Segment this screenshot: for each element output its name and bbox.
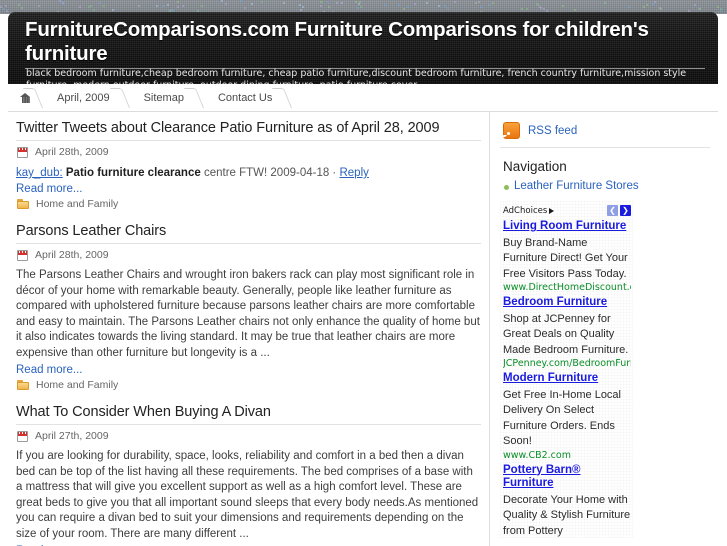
ad-display-url: JCPenney.com/BedroomFurn... [503,358,631,369]
tweet-text: centre FTW! 2009-04-18 · [203,167,337,179]
tweet-keyword: Patio furniture clearance [65,167,201,179]
folder-icon [17,380,29,390]
post-date-label: April 28th, 2009 [35,249,109,261]
adchoices-row: AdChoices ❮ ❯ [500,204,633,217]
post-excerpt: The Parsons Leather Chairs and wrought i… [16,269,480,359]
navigation-heading: Navigation [503,159,567,174]
breadcrumb: April, 2009 Sitemap Contact Us [8,84,718,111]
post-date: April 27th, 2009 [17,430,481,442]
ad-next-arrow-icon[interactable]: ❯ [620,205,631,216]
ad-title-link[interactable]: Living Room Furniture [503,220,631,234]
post-title[interactable]: Twitter Tweets about Clearance Patio Fur… [16,120,481,141]
post-title[interactable]: Parsons Leather Chairs [16,223,481,244]
ad-block: AdChoices ❮ ❯ Living Room Furniture Buy … [500,201,633,538]
post-date: April 28th, 2009 [17,146,481,158]
post-item: What To Consider When Buying A Divan Apr… [8,404,489,546]
post-category: Home and Family [17,379,481,391]
post-item: Parsons Leather Chairs April 28th, 2009 … [8,223,489,391]
calendar-icon [17,430,28,442]
post-title[interactable]: What To Consider When Buying A Divan [16,404,481,425]
ad-title-link[interactable]: Modern Furniture [503,372,631,386]
site-title: FurnitureComparisons.com Furniture Compa… [25,18,705,69]
ad-description: Get Free In-Home Local Delivery On Selec… [503,388,621,448]
post-category-link[interactable]: Home and Family [36,198,118,210]
nav-link-leather-furniture-stores[interactable]: Leather Furniture Stores [514,180,639,192]
read-more-link[interactable]: Read more... [16,364,82,376]
read-more-link[interactable]: Read more... [16,183,82,195]
breadcrumb-item-contact-us[interactable]: Contact Us [202,84,290,111]
calendar-icon [17,249,28,261]
post-date-label: April 27th, 2009 [35,430,109,442]
folder-icon [17,199,29,209]
post-excerpt: If you are looking for durability, space… [16,450,479,540]
navigation-list: Leather Furniture Stores [500,180,710,192]
ad-description: Buy Brand-Name Furniture Direct! Get You… [503,236,628,280]
ad-carousel-arrows: ❮ ❯ [607,205,631,216]
ad-prev-arrow-icon[interactable]: ❮ [607,205,618,216]
page-body: Twitter Tweets about Clearance Patio Fur… [8,111,718,546]
ad-title-link[interactable]: Pottery Barn® Furniture [503,464,631,491]
breadcrumb-item-sitemap[interactable]: Sitemap [128,84,202,111]
post-date: April 28th, 2009 [17,249,481,261]
ad-display-url: www.CB2.com [503,449,571,461]
ad-item: Bedroom Furniture Shop at JCPenney for G… [500,293,633,369]
sidebar: RSS feed Navigation Leather Furniture St… [489,112,718,546]
breadcrumb-item-april-2009[interactable]: April, 2009 [41,84,128,111]
tweet-reply-link[interactable]: Reply [339,167,368,179]
tweet-username[interactable]: kay_dub: [16,167,63,179]
rss-feed-row[interactable]: RSS feed [500,119,710,148]
post-category-link[interactable]: Home and Family [36,379,118,391]
tweet-line: kay_dub: Patio furniture clearance centr… [16,165,481,181]
adchoices-triangle-icon [549,207,555,214]
breadcrumb-item-home[interactable] [8,84,41,111]
ad-display-url: www.DirectHomeDiscount.co... [503,282,631,293]
ad-description: Decorate Your Home with Quality & Stylis… [503,493,631,537]
calendar-icon [17,146,28,158]
site-subtitle: black bedroom furniture,cheap bedroom fu… [26,68,687,84]
post-item: Twitter Tweets about Clearance Patio Fur… [8,120,489,210]
ad-item: Modern Furniture Get Free In-Home Local … [500,369,633,461]
ad-title-link[interactable]: Bedroom Furniture [503,296,631,310]
rss-feed-link[interactable]: RSS feed [528,125,577,137]
post-date-label: April 28th, 2009 [35,146,109,158]
home-icon [20,92,31,103]
main-content: Twitter Tweets about Clearance Patio Fur… [8,112,489,546]
adchoices-label[interactable]: AdChoices [503,206,555,216]
list-item: Leather Furniture Stores [504,180,710,192]
ad-description: Shop at JCPenney for Great Deals on Qual… [503,312,629,356]
post-category: Home and Family [17,198,481,210]
rss-icon [503,122,520,139]
ad-item: Pottery Barn® Furniture Decorate Your Ho… [500,461,633,539]
site-header: FurnitureComparisons.com Furniture Compa… [8,12,718,84]
ad-item: Living Room Furniture Buy Brand-Name Fur… [500,217,633,293]
